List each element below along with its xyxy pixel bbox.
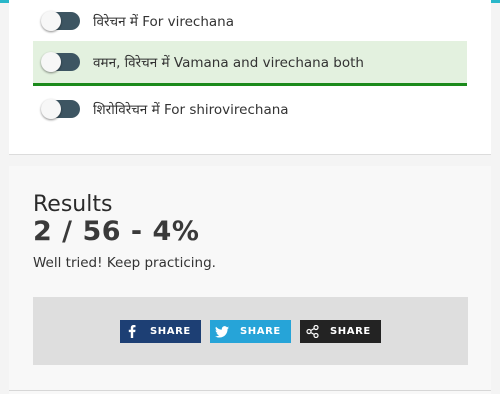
answer-toggle[interactable] [41, 99, 80, 119]
results-panel: Results 2 / 56 - 4% Well tried! Keep pra… [9, 166, 491, 394]
answer-option-virechana[interactable]: विरेचन में For virechana [33, 8, 467, 34]
results-score: 2 / 56 - 4% [33, 216, 200, 247]
bottom-divider [9, 390, 491, 391]
results-title: Results [33, 192, 113, 217]
facebook-icon [120, 320, 144, 343]
answer-toggle[interactable] [41, 52, 80, 72]
twitter-share-button[interactable]: SHARE [210, 320, 291, 343]
answer-option-vamana-virechana[interactable]: वमन, विरेचन में Vamana and virechana bot… [33, 41, 467, 86]
twitter-share-label: SHARE [240, 326, 281, 337]
answer-option-label: वमन, विरेचन में Vamana and virechana bot… [93, 55, 364, 71]
share-bar: SHARE SHARE SHARE [33, 297, 468, 365]
toggle-knob [41, 11, 61, 31]
generic-share-label: SHARE [330, 326, 371, 337]
facebook-share-label: SHARE [150, 326, 191, 337]
facebook-share-button[interactable]: SHARE [120, 320, 201, 343]
toggle-knob [41, 99, 61, 119]
answer-toggle[interactable] [41, 11, 80, 31]
generic-share-button[interactable]: SHARE [300, 320, 381, 343]
twitter-icon [210, 320, 234, 343]
toggle-knob [41, 52, 61, 72]
share-icon [300, 320, 324, 343]
answer-options-panel: विरेचन में For virechana वमन, विरेचन में… [9, 0, 491, 155]
answer-option-label: शिरोविरेचन में For shirovirechana [93, 102, 289, 118]
answer-option-shirovirechana[interactable]: शिरोविरेचन में For shirovirechana [33, 96, 467, 122]
results-message: Well tried! Keep practicing. [33, 255, 216, 271]
answer-option-label: विरेचन में For virechana [93, 14, 235, 30]
